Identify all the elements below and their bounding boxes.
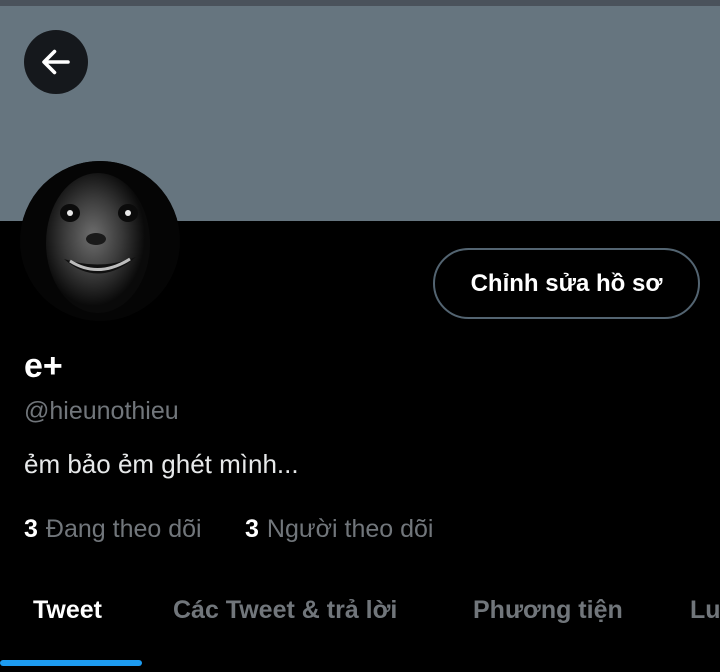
following-count: 3: [24, 515, 38, 543]
user-handle: @hieunothieu: [24, 397, 179, 425]
followers-label: Người theo dõi: [266, 515, 434, 543]
arrow-left-icon: [42, 49, 70, 75]
edit-profile-button[interactable]: Chỉnh sửa hồ sơ: [433, 248, 700, 319]
display-name: e+: [24, 347, 63, 385]
tab-media[interactable]: Phương tiện: [473, 596, 623, 625]
tab-likes[interactable]: Lu: [690, 596, 720, 625]
followers-count: 3: [245, 515, 259, 543]
avatar[interactable]: [20, 161, 180, 321]
profile-bio: ẻm bảo ẻm ghét mình...: [24, 449, 299, 479]
tab-tweet[interactable]: Tweet: [33, 596, 102, 625]
following-link[interactable]: 3 Đang theo dõi: [24, 512, 202, 546]
followers-link[interactable]: 3 Người theo dõi: [245, 512, 433, 546]
active-tab-indicator: [0, 660, 142, 666]
avatar-image: [20, 161, 180, 321]
following-label: Đang theo dõi: [45, 515, 202, 543]
tab-tweets-replies[interactable]: Các Tweet & trả lời: [173, 596, 397, 625]
back-button[interactable]: [24, 30, 88, 94]
profile-tabs: Tweet Các Tweet & trả lời Phương tiện Lu: [0, 578, 720, 672]
